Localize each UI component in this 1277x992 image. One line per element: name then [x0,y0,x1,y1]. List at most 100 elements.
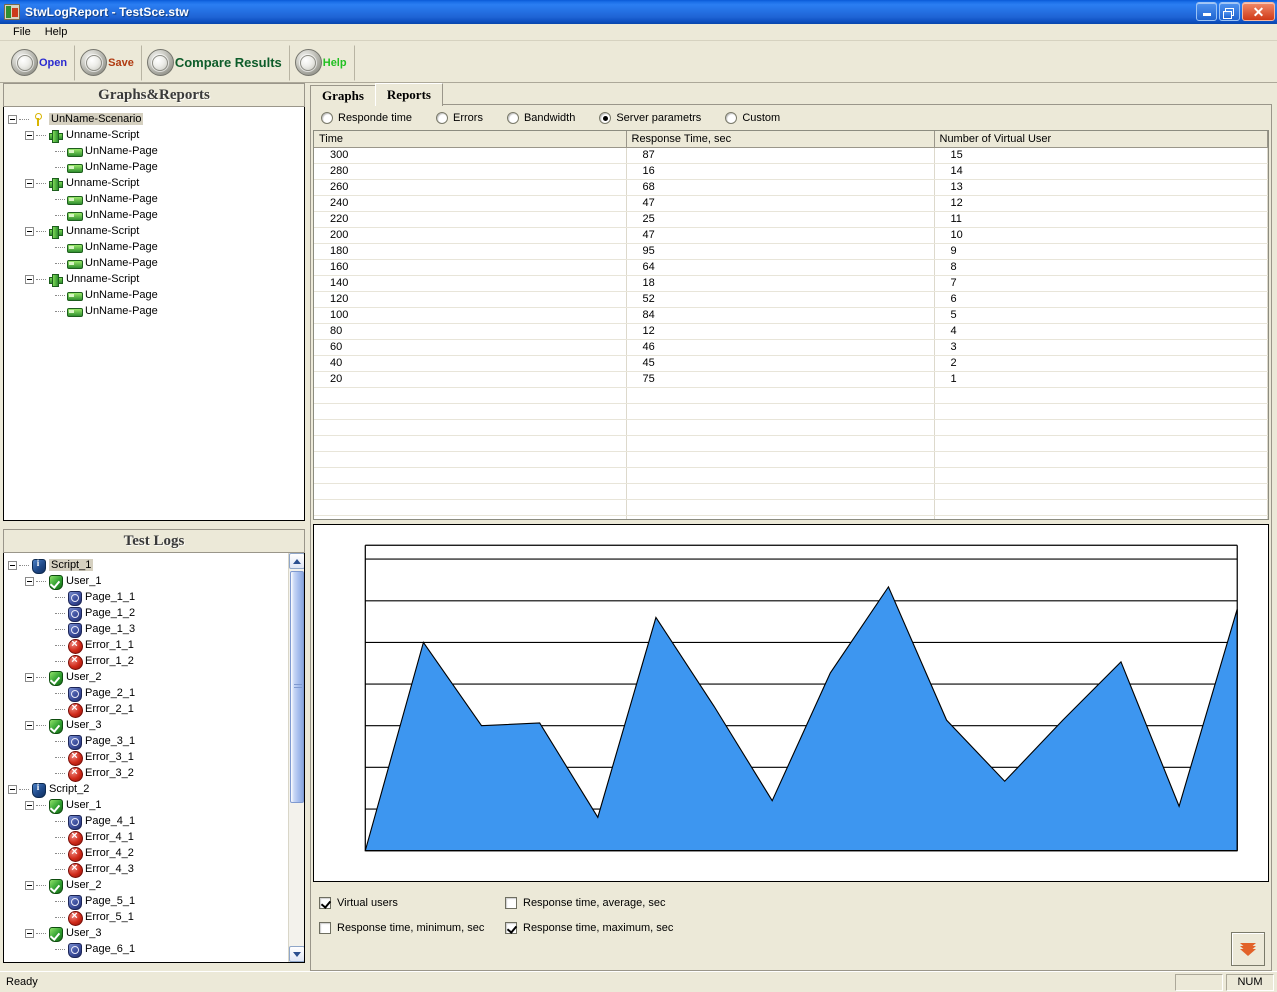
tree-node[interactable]: UnName-Page [4,303,304,319]
tree-node[interactable]: UnName-Page [4,255,304,271]
table-row-empty[interactable] [314,515,1268,520]
table-row[interactable]: 3008715 [314,147,1268,163]
table-row[interactable]: 2404712 [314,195,1268,211]
checkbox-virtual-users[interactable]: Virtual users [319,897,505,909]
help-button[interactable]: Help [290,45,355,81]
table-row[interactable]: 2202511 [314,211,1268,227]
report-data-grid[interactable]: Time Response Time, sec Number of Virtua… [313,130,1269,520]
table-row[interactable]: 40452 [314,355,1268,371]
tree-node[interactable]: Page_5_1 [4,893,304,909]
table-row[interactable]: 20751 [314,371,1268,387]
tree-node[interactable]: Unname-Script [4,175,304,191]
tree-node[interactable]: Page_2_1 [4,685,304,701]
table-row-empty[interactable] [314,483,1268,499]
tree-expander-minus-icon[interactable] [25,801,34,810]
tree-node[interactable]: Error_4_3 [4,861,304,877]
radio-bandwidth[interactable]: Bandwidth [507,112,575,124]
tab-reports[interactable]: Reports [375,83,443,106]
table-row-empty[interactable] [314,403,1268,419]
table-row[interactable]: 160648 [314,259,1268,275]
tree-node[interactable]: User_3 [4,925,304,941]
radio-custom[interactable]: Custom [725,112,780,124]
tree-node[interactable]: Error_3_2 [4,765,304,781]
table-row[interactable]: 180959 [314,243,1268,259]
table-row-empty[interactable] [314,451,1268,467]
tree-node[interactable]: Error_4_1 [4,829,304,845]
close-button[interactable]: ✕ [1242,2,1275,21]
tree-node[interactable]: UnName-Page [4,207,304,223]
scroll-down-button-large[interactable] [1231,932,1265,966]
tree-node[interactable]: Unname-Script [4,271,304,287]
tree-node[interactable]: Script_2 [4,781,304,797]
tree-node[interactable]: UnName-Page [4,159,304,175]
table-row[interactable]: 140187 [314,275,1268,291]
radio-server-parametrs[interactable]: Server parametrs [599,112,701,124]
tree-expander-minus-icon[interactable] [8,115,17,124]
tree-node[interactable]: Page_3_1 [4,733,304,749]
tab-graphs[interactable]: Graphs [310,85,376,105]
save-button[interactable]: Save [75,45,142,81]
tree-node[interactable]: Script_1 [4,557,304,573]
tree-expander-minus-icon[interactable] [25,673,34,682]
tree-node[interactable]: Error_4_2 [4,845,304,861]
test-logs-tree[interactable]: Script_1User_1Page_1_1Page_1_2Page_1_3Er… [3,553,305,963]
table-row[interactable]: 60463 [314,339,1268,355]
radio-errors[interactable]: Errors [436,112,483,124]
tree-node[interactable]: Unname-Script [4,127,304,143]
checkbox-response-time-minimum[interactable]: Response time, minimum, sec [319,922,505,934]
tree-node[interactable]: UnName-Page [4,239,304,255]
tree-node[interactable]: User_1 [4,797,304,813]
menu-item-file[interactable]: File [6,25,38,39]
tree-node[interactable]: User_3 [4,717,304,733]
tree-expander-minus-icon[interactable] [25,721,34,730]
tree-node[interactable]: Unname-Script [4,223,304,239]
table-row-empty[interactable] [314,467,1268,483]
table-row[interactable]: 80124 [314,323,1268,339]
table-row[interactable]: 2606813 [314,179,1268,195]
restore-button[interactable] [1219,2,1240,21]
column-header-response-time[interactable]: Response Time, sec [626,131,934,147]
tree-node[interactable]: User_1 [4,573,304,589]
radio-responde-time[interactable]: Responde time [321,112,412,124]
tree-expander-minus-icon[interactable] [8,785,17,794]
tree-node[interactable]: User_2 [4,669,304,685]
tree-node[interactable]: Error_1_1 [4,637,304,653]
tree-node[interactable]: Page_1_1 [4,589,304,605]
column-header-time[interactable]: Time [314,131,626,147]
minimize-button[interactable] [1196,2,1217,21]
table-row-empty[interactable] [314,435,1268,451]
table-row[interactable]: 120526 [314,291,1268,307]
menu-item-help[interactable]: Help [38,25,75,39]
graphs-reports-tree[interactable]: UnName-ScenarioUnname-ScriptUnName-PageU… [3,107,305,521]
column-header-virtual-users[interactable]: Number of Virtual User [934,131,1268,147]
tree-node[interactable]: Page_4_1 [4,813,304,829]
tree-node[interactable]: Error_1_2 [4,653,304,669]
tree-expander-minus-icon[interactable] [25,131,34,140]
tree-node[interactable]: UnName-Page [4,287,304,303]
checkbox-response-time-average[interactable]: Response time, average, sec [505,897,665,909]
tree-node[interactable]: UnName-Page [4,143,304,159]
tree-expander-minus-icon[interactable] [25,929,34,938]
tree-node[interactable]: User_2 [4,877,304,893]
tree-expander-minus-icon[interactable] [25,275,34,284]
checkbox-response-time-maximum[interactable]: Response time, maximum, sec [505,922,673,934]
tree-node[interactable]: Error_3_1 [4,749,304,765]
tree-node[interactable]: UnName-Page [4,191,304,207]
tree-node[interactable]: Page_1_2 [4,605,304,621]
tree-node[interactable]: Error_5_1 [4,909,304,925]
table-row-empty[interactable] [314,499,1268,515]
table-row[interactable]: 2801614 [314,163,1268,179]
table-row[interactable]: 100845 [314,307,1268,323]
tree-node[interactable]: Error_2_1 [4,701,304,717]
tree-expander-minus-icon[interactable] [8,561,17,570]
open-button[interactable]: Open [6,45,75,81]
table-row-empty[interactable] [314,419,1268,435]
compare-results-button[interactable]: Compare Results [142,45,290,81]
table-row[interactable]: 2004710 [314,227,1268,243]
tree-expander-minus-icon[interactable] [25,227,34,236]
tree-node[interactable]: Page_1_3 [4,621,304,637]
tree-node[interactable]: UnName-Scenario [4,111,304,127]
table-row-empty[interactable] [314,387,1268,403]
tree-expander-minus-icon[interactable] [25,179,34,188]
tree-expander-minus-icon[interactable] [25,577,34,586]
